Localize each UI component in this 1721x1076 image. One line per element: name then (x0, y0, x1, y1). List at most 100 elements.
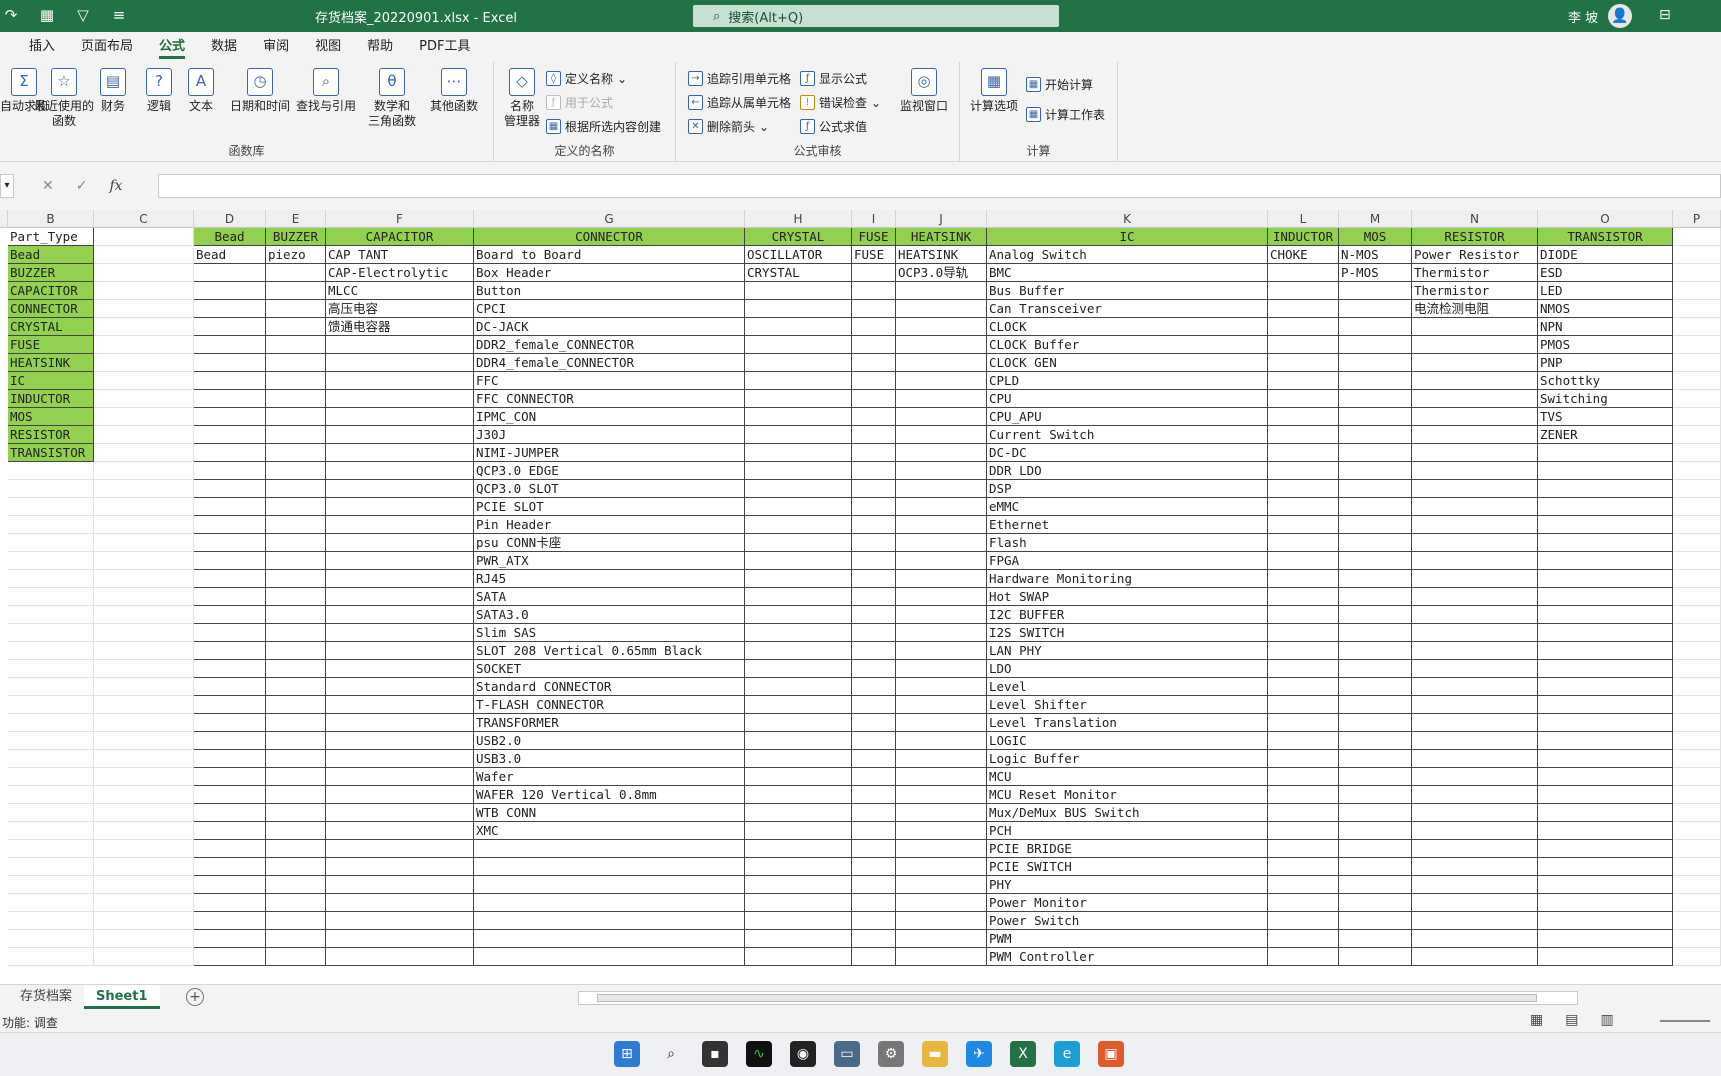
sheet-tab-inventory[interactable]: 存货档案 (8, 985, 84, 1009)
cell-J-12[interactable] (896, 426, 987, 444)
cell-P-15[interactable] (1673, 480, 1721, 498)
cell-L-17[interactable] (1268, 516, 1339, 534)
cell-J-21[interactable] (896, 588, 987, 606)
cell-J-14[interactable] (896, 462, 987, 480)
cell-N-21[interactable] (1412, 588, 1538, 606)
cell-B-32[interactable] (8, 786, 94, 804)
cancel-icon[interactable]: ✕ (42, 178, 54, 194)
cell-E-41[interactable] (266, 948, 326, 966)
cell-P-21[interactable] (1673, 588, 1721, 606)
cell-N-14[interactable] (1412, 462, 1538, 480)
cell-D-18[interactable] (194, 534, 266, 552)
cell-C-39[interactable] (94, 912, 194, 930)
cell-E-36[interactable] (266, 858, 326, 876)
form-icon[interactable]: ▦ (36, 6, 58, 24)
cell-D-28[interactable] (194, 714, 266, 732)
cell-B-4[interactable]: CAPACITOR (8, 282, 94, 300)
cell-J-26[interactable] (896, 678, 987, 696)
cell-B-28[interactable] (8, 714, 94, 732)
cell-N-28[interactable] (1412, 714, 1538, 732)
filter-icon[interactable]: ▽ (72, 6, 94, 24)
cell-J-28[interactable] (896, 714, 987, 732)
trace-precedents-button[interactable]: → 追踪引用单元格 (688, 70, 791, 87)
cell-H-38[interactable] (745, 894, 852, 912)
cell-G-39[interactable] (474, 912, 745, 930)
cell-P-5[interactable] (1673, 300, 1721, 318)
cell-I-36[interactable] (852, 858, 896, 876)
cell-E-23[interactable] (266, 624, 326, 642)
cell-F-21[interactable] (326, 588, 474, 606)
cell-K-39[interactable]: Power Switch (987, 912, 1268, 930)
avatar-icon[interactable]: 👤 (1608, 4, 1632, 28)
cell-D-7[interactable] (194, 336, 266, 354)
cell-D-16[interactable] (194, 498, 266, 516)
watch-window-button[interactable]: ◎ 监视窗口 (900, 68, 948, 114)
cell-E-37[interactable] (266, 876, 326, 894)
cell-I-12[interactable] (852, 426, 896, 444)
cell-P-16[interactable] (1673, 498, 1721, 516)
cell-F-22[interactable] (326, 606, 474, 624)
cell-K-35[interactable]: PCIE BRIDGE (987, 840, 1268, 858)
cell-I-25[interactable] (852, 660, 896, 678)
cell-K-29[interactable]: LOGIC (987, 732, 1268, 750)
cell-G-17[interactable]: Pin Header (474, 516, 745, 534)
cell-H-15[interactable] (745, 480, 852, 498)
cell-E-16[interactable] (266, 498, 326, 516)
cell-B-18[interactable] (8, 534, 94, 552)
cell-I-2[interactable]: FUSE (852, 246, 896, 264)
cell-O-11[interactable]: TVS (1538, 408, 1673, 426)
cell-B-29[interactable] (8, 732, 94, 750)
cell-L-28[interactable] (1268, 714, 1339, 732)
cell-B-3[interactable]: BUZZER (8, 264, 94, 282)
cell-H-3[interactable]: CRYSTAL (745, 264, 852, 282)
cell-M-24[interactable] (1339, 642, 1412, 660)
cell-H-10[interactable] (745, 390, 852, 408)
cell-K-12[interactable]: Current Switch (987, 426, 1268, 444)
cell-D-31[interactable] (194, 768, 266, 786)
cell-B-11[interactable]: MOS (8, 408, 94, 426)
cell-G-32[interactable]: WAFER 120 Vertical 0.8mm (474, 786, 745, 804)
cell-B-5[interactable]: CONNECTOR (8, 300, 94, 318)
cell-M-27[interactable] (1339, 696, 1412, 714)
customize-qat-icon[interactable]: ≡ (108, 6, 130, 24)
cell-F-23[interactable] (326, 624, 474, 642)
cell-I-7[interactable] (852, 336, 896, 354)
cell-B-19[interactable] (8, 552, 94, 570)
cell-L-3[interactable] (1268, 264, 1339, 282)
tab-5[interactable]: 视图 (302, 32, 354, 62)
cell-I-18[interactable] (852, 534, 896, 552)
cell-J-9[interactable] (896, 372, 987, 390)
evaluate-formula-button[interactable]: ƒ 公式求值 (800, 118, 867, 135)
cell-H-1[interactable]: CRYSTAL (745, 228, 852, 246)
cell-H-40[interactable] (745, 930, 852, 948)
cell-P-31[interactable] (1673, 768, 1721, 786)
cell-B-34[interactable] (8, 822, 94, 840)
cell-B-13[interactable]: TRANSISTOR (8, 444, 94, 462)
cell-M-13[interactable] (1339, 444, 1412, 462)
cell-N-25[interactable] (1412, 660, 1538, 678)
cell-O-29[interactable] (1538, 732, 1673, 750)
cell-E-9[interactable] (266, 372, 326, 390)
cell-H-23[interactable] (745, 624, 852, 642)
cell-E-29[interactable] (266, 732, 326, 750)
cell-L-40[interactable] (1268, 930, 1339, 948)
cell-J-33[interactable] (896, 804, 987, 822)
cell-G-31[interactable]: Wafer (474, 768, 745, 786)
cell-D-37[interactable] (194, 876, 266, 894)
cell-O-14[interactable] (1538, 462, 1673, 480)
cell-C-6[interactable] (94, 318, 194, 336)
cell-N-18[interactable] (1412, 534, 1538, 552)
cell-P-6[interactable] (1673, 318, 1721, 336)
cell-K-38[interactable]: Power Monitor (987, 894, 1268, 912)
cell-C-29[interactable] (94, 732, 194, 750)
cell-E-25[interactable] (266, 660, 326, 678)
cell-C-30[interactable] (94, 750, 194, 768)
cell-C-21[interactable] (94, 588, 194, 606)
cell-P-22[interactable] (1673, 606, 1721, 624)
cell-K-9[interactable]: CPLD (987, 372, 1268, 390)
cell-K-18[interactable]: Flash (987, 534, 1268, 552)
cell-N-40[interactable] (1412, 930, 1538, 948)
cell-L-13[interactable] (1268, 444, 1339, 462)
cell-M-26[interactable] (1339, 678, 1412, 696)
cell-K-22[interactable]: I2C BUFFER (987, 606, 1268, 624)
